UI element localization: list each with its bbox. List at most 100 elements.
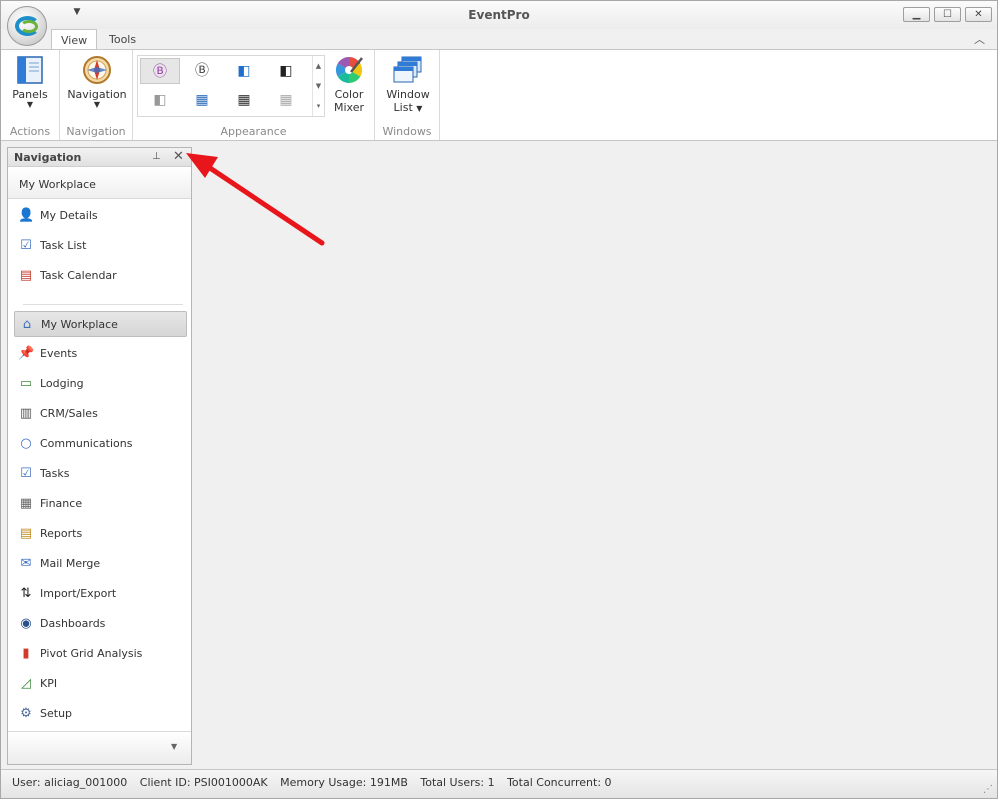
close-panel-icon[interactable]: ✕ <box>173 149 184 164</box>
status-memory-usage: Memory Usage: 191MB <box>280 776 408 789</box>
skin-gallery: Ⓑ Ⓑ ◧ ◧ ◧ ▦ ▦ ▦ ▲ ▼ ▾ <box>137 55 325 117</box>
nav-item-my-details[interactable]: 👤 My Details <box>14 203 187 229</box>
chevron-down-icon: ▼ <box>416 104 423 113</box>
tab-tools[interactable]: Tools <box>100 29 145 50</box>
status-client-id: Client ID: PSI001000AK <box>139 776 268 789</box>
group-caption-navigation: Navigation <box>66 125 126 138</box>
skin-bezier-gray-icon[interactable]: Ⓑ <box>182 58 222 84</box>
nav-module-events[interactable]: 📌 Events <box>14 341 187 367</box>
navigation-panel-title: Navigation <box>14 151 82 164</box>
window-list-label-line2: List <box>393 101 413 114</box>
nav-module-tasks[interactable]: ☑ Tasks <box>14 461 187 487</box>
gear-icon: ⚙ <box>20 706 32 721</box>
section-title: My Workplace <box>8 168 191 199</box>
panels-icon <box>17 56 43 84</box>
nav-item-task-list[interactable]: ☑ Task List <box>14 233 187 259</box>
clipboard-icon: ☑ <box>20 466 32 481</box>
skin-office-black-icon[interactable]: ◧ <box>266 58 306 84</box>
user-info-icon: 👤 <box>18 208 35 223</box>
skin-tiles-light-icon[interactable]: ▦ <box>266 87 306 113</box>
status-total-concurrent: Total Concurrent: 0 <box>507 776 612 789</box>
nav-module-label: Setup <box>40 707 73 720</box>
gallery-scroll[interactable]: ▲ ▼ ▾ <box>312 56 324 116</box>
calendar-icon: ▤ <box>19 268 33 283</box>
maximize-button[interactable]: ☐ <box>934 7 961 22</box>
nav-module-lodging[interactable]: ▭ Lodging <box>14 371 187 397</box>
app-menu-orb-icon[interactable] <box>7 6 47 46</box>
compass-icon <box>83 56 111 84</box>
nav-module-label: KPI <box>40 677 58 690</box>
nav-module-kpi[interactable]: ◿ KPI <box>14 671 187 697</box>
skin-tiles-dark-icon[interactable]: ▦ <box>224 87 264 113</box>
nav-module-label: Lodging <box>40 377 84 390</box>
group-navigation: Navigation ▼ Navigation <box>60 50 133 140</box>
navigation-button[interactable]: Navigation ▼ <box>66 54 128 109</box>
color-mixer-button[interactable]: Color Mixer <box>329 54 369 114</box>
home-icon: ⌂ <box>22 317 32 332</box>
window-list-button[interactable]: Window List ▼ <box>383 54 433 114</box>
kpi-chart-icon: ◿ <box>21 676 31 691</box>
group-caption-actions: Actions <box>9 125 51 138</box>
pin-icon[interactable]: ⊥ <box>152 151 161 162</box>
ribbon-tabs: View Tools ︿ <box>1 29 997 50</box>
color-wheel-icon <box>335 56 363 84</box>
ribbon: Panels ▼ Actions Navigation ▼ Navigation <box>1 49 997 141</box>
nav-module-label: Communications <box>40 437 133 450</box>
task-list-icon: ☑ <box>20 238 32 253</box>
nav-module-label: Finance <box>40 497 83 510</box>
color-mixer-label-line1: Color <box>334 88 364 101</box>
panels-button[interactable]: Panels ▼ <box>7 54 53 109</box>
calculator-icon: ▦ <box>19 496 33 511</box>
tab-view[interactable]: View <box>51 29 98 50</box>
nav-item-label: My Details <box>40 209 98 222</box>
nav-module-finance[interactable]: ▦ Finance <box>14 491 187 517</box>
nav-module-crm-sales[interactable]: ▥ CRM/Sales <box>14 401 187 427</box>
status-bar: User: aliciag_001000 Client ID: PSI00100… <box>1 769 997 798</box>
report-icon: ▤ <box>19 526 33 541</box>
nav-item-task-calendar[interactable]: ▤ Task Calendar <box>14 263 187 289</box>
nav-module-label: Import/Export <box>40 587 117 600</box>
nav-module-my-workplace[interactable]: ⌂ My Workplace <box>14 311 187 337</box>
skin-office-light-icon[interactable]: ◧ <box>140 87 180 113</box>
lodging-icon: ▭ <box>19 376 33 391</box>
skin-tiles-blue-icon[interactable]: ▦ <box>182 87 222 113</box>
crm-icon: ▥ <box>19 406 33 421</box>
nav-module-mail-merge[interactable]: ✉ Mail Merge <box>14 551 187 577</box>
nav-module-setup[interactable]: ⚙ Setup <box>14 701 187 727</box>
window-list-label-line1: Window <box>386 88 430 101</box>
group-windows: Window List ▼ Windows <box>375 50 440 140</box>
nav-module-label: Events <box>40 347 78 360</box>
nav-item-label: Task List <box>40 239 87 252</box>
nav-item-label: Task Calendar <box>40 269 117 282</box>
collapse-ribbon-icon[interactable]: ︿ <box>974 31 985 47</box>
window-list-icon <box>393 56 422 83</box>
group-appearance: Ⓑ Ⓑ ◧ ◧ ◧ ▦ ▦ ▦ ▲ ▼ ▾ Color Mixer Appear… <box>133 50 375 140</box>
dashboard-icon: ◉ <box>20 616 32 631</box>
group-caption-appearance: Appearance <box>220 125 287 138</box>
minimize-button[interactable]: ▁ <box>903 7 930 22</box>
pivot-grid-icon: ▮ <box>22 646 30 661</box>
pushpin-icon: 📌 <box>18 346 35 361</box>
nav-module-communications[interactable]: ○ Communications <box>14 431 187 457</box>
window-title: EventPro <box>468 8 530 22</box>
navigation-panel-footer: ▼ <box>8 731 191 764</box>
nav-module-import-export[interactable]: ⇅ Import/Export <box>14 581 187 607</box>
group-caption-windows: Windows <box>382 125 432 138</box>
navigation-panel-header: Navigation ⊥ ✕ <box>8 148 191 167</box>
app-window: ▼ EventPro ▁ ☐ ✕ View Tools ︿ Panels ▼ A… <box>0 0 998 799</box>
nav-module-pivot-grid-analysis[interactable]: ▮ Pivot Grid Analysis <box>14 641 187 667</box>
workspace-area <box>193 142 997 768</box>
skin-bezier-purple-icon[interactable]: Ⓑ <box>140 58 180 84</box>
status-user: User: aliciag_001000 <box>12 776 128 789</box>
skin-office-blue-icon[interactable]: ◧ <box>224 58 264 84</box>
nav-module-label: CRM/Sales <box>40 407 98 420</box>
nav-module-reports[interactable]: ▤ Reports <box>14 521 187 547</box>
chevron-down-icon[interactable]: ▼ <box>171 742 177 751</box>
close-window-button[interactable]: ✕ <box>965 7 992 22</box>
chevron-down-icon: ▼ <box>93 100 101 109</box>
nav-module-dashboards[interactable]: ◉ Dashboards <box>14 611 187 637</box>
resize-grip-icon[interactable]: ⋰ <box>983 784 993 795</box>
title-bar: ▼ EventPro ▁ ☐ ✕ <box>1 1 997 29</box>
chevron-down-icon: ▼ <box>26 100 34 109</box>
nav-module-label: Pivot Grid Analysis <box>40 647 143 660</box>
